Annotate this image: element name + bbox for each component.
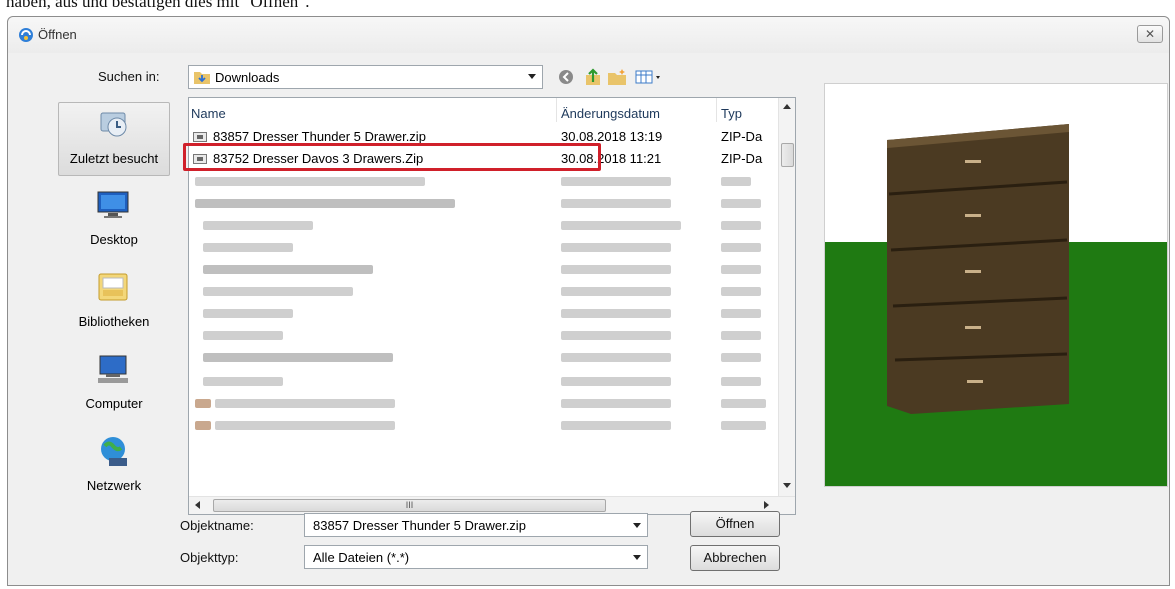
desktop-icon	[97, 191, 129, 218]
network-icon	[101, 437, 127, 466]
back-icon[interactable]	[556, 67, 578, 87]
redacted-file-row[interactable]	[189, 302, 779, 324]
open-button[interactable]: Öffnen	[690, 511, 780, 537]
redacted-file-row[interactable]	[189, 414, 779, 436]
dresser-preview-image	[825, 84, 1167, 486]
lookin-value: Downloads	[215, 70, 280, 85]
scroll-left-arrow-icon[interactable]	[195, 501, 200, 509]
file-list-header: Name Änderungsdatum Typ	[189, 98, 779, 122]
horizontal-scroll-thumb[interactable]: III	[213, 499, 606, 512]
redacted-file-row[interactable]	[189, 346, 779, 368]
redacted-file-row[interactable]	[189, 370, 779, 392]
libraries-icon	[98, 273, 128, 301]
dialog-title: Öffnen	[38, 27, 77, 42]
place-label: Desktop	[90, 232, 138, 247]
computer-icon	[98, 355, 128, 383]
scroll-down-arrow-icon[interactable]	[783, 483, 791, 488]
redacted-file-row[interactable]	[189, 214, 779, 236]
redacted-file-row[interactable]	[189, 392, 779, 414]
selection-highlight-box	[183, 143, 601, 171]
places-bar: Zuletzt besucht Desktop Bibliotheken Com…	[58, 102, 170, 512]
filename-input[interactable]: 83857 Dresser Thunder 5 Drawer.zip	[304, 513, 648, 537]
app-icon	[19, 28, 33, 42]
folder-download-icon	[194, 72, 210, 84]
redacted-file-row[interactable]	[189, 170, 779, 192]
zip-file-icon	[193, 132, 207, 142]
recent-places-icon	[100, 112, 127, 137]
place-label: Netzwerk	[86, 478, 142, 493]
dialog-titlebar: Öffnen ✕	[8, 17, 1169, 53]
redacted-file-row[interactable]	[189, 192, 779, 214]
column-header-date[interactable]: Änderungsdatum	[559, 98, 717, 122]
place-desktop[interactable]: Desktop	[58, 184, 170, 258]
place-label: Bibliotheken	[78, 314, 150, 329]
up-folder-icon[interactable]	[582, 67, 604, 87]
lookin-label: Suchen in:	[98, 69, 160, 84]
cancel-button[interactable]: Abbrechen	[690, 545, 780, 571]
file-type: ZIP-Da	[721, 129, 763, 144]
chevron-down-icon[interactable]	[633, 523, 641, 528]
file-type: ZIP-Da	[721, 151, 763, 166]
place-computer[interactable]: Computer	[58, 348, 170, 422]
redacted-file-row[interactable]	[189, 236, 779, 258]
redacted-file-row[interactable]	[189, 280, 779, 302]
scroll-up-arrow-icon[interactable]	[783, 104, 791, 109]
file-name: 83857 Dresser Thunder 5 Drawer.zip	[213, 129, 426, 144]
column-header-name[interactable]: Name	[189, 98, 557, 122]
place-recent[interactable]: Zuletzt besucht	[58, 102, 170, 176]
close-button[interactable]: ✕	[1137, 25, 1163, 43]
place-label: Zuletzt besucht	[69, 151, 159, 166]
chevron-down-icon	[633, 555, 641, 560]
new-folder-icon[interactable]	[606, 67, 628, 87]
filetype-label: Objekttyp:	[180, 550, 239, 565]
place-network[interactable]: Netzwerk	[58, 430, 170, 504]
filename-label: Objektname:	[180, 518, 254, 533]
file-date: 30.08.2018 13:19	[561, 129, 663, 144]
view-menu-icon[interactable]	[634, 67, 668, 87]
column-header-type[interactable]: Typ	[719, 98, 779, 122]
redacted-file-row[interactable]	[189, 324, 779, 346]
filetype-dropdown[interactable]: Alle Dateien (*.*)	[304, 545, 648, 569]
filename-value: 83857 Dresser Thunder 5 Drawer.zip	[313, 518, 526, 533]
vertical-scroll-thumb[interactable]	[781, 143, 794, 167]
chevron-down-icon	[528, 74, 536, 79]
redacted-file-row[interactable]	[189, 258, 779, 280]
filetype-value: Alle Dateien (*.*)	[313, 550, 410, 565]
scroll-right-arrow-icon[interactable]	[764, 501, 769, 509]
open-file-dialog: Öffnen ✕ Suchen in: Downloads Zuletzt be…	[7, 16, 1170, 586]
lookin-dropdown[interactable]: Downloads	[188, 65, 543, 89]
place-libraries[interactable]: Bibliotheken	[58, 266, 170, 340]
place-label: Computer	[85, 396, 143, 411]
preview-pane	[824, 83, 1168, 487]
instruction-caption: haben, aus und bestätigen dies mit "Öffn…	[6, 0, 310, 11]
vertical-scrollbar[interactable]	[778, 98, 795, 496]
